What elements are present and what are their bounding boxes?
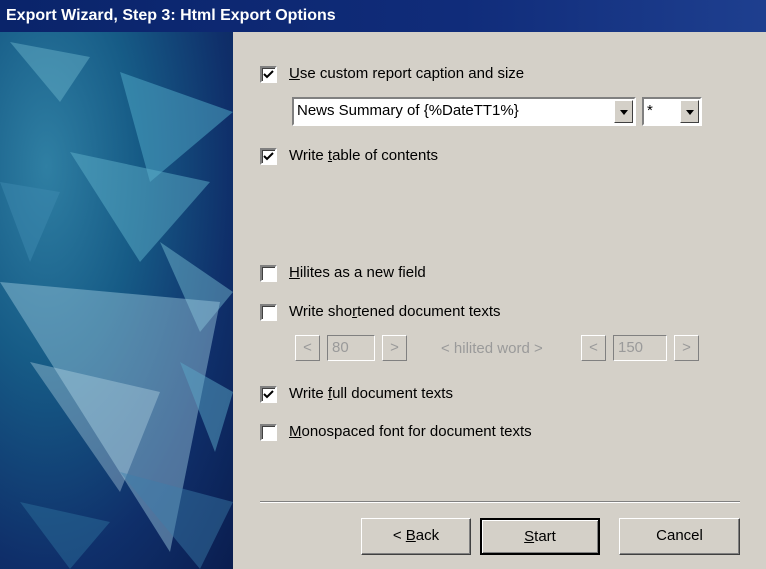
size-combobox[interactable]: *	[642, 97, 702, 126]
hilites-checkbox[interactable]	[260, 265, 277, 282]
chevron-down-icon	[620, 110, 628, 115]
shortened-label[interactable]: Write shortened document texts	[289, 303, 501, 320]
start-button[interactable]: Start	[480, 518, 600, 555]
full-texts-label[interactable]: Write full document texts	[289, 385, 453, 402]
toc-checkbox[interactable]	[260, 148, 277, 165]
right-increment-button[interactable]: >	[674, 335, 699, 361]
check-mark-icon	[263, 390, 274, 399]
check-mark-icon	[263, 70, 274, 79]
chevron-down-icon	[686, 110, 694, 115]
hilited-word-label: < hilited word >	[441, 340, 543, 357]
size-value: *	[647, 102, 653, 119]
toc-label[interactable]: Write table of contents	[289, 147, 438, 164]
caption-combobox[interactable]: News Summary of {%DateTT1%}	[292, 97, 636, 126]
monospaced-label[interactable]: Monospaced font for document texts	[289, 423, 532, 440]
monospaced-checkbox[interactable]	[260, 424, 277, 441]
cancel-button[interactable]: Cancel	[619, 518, 740, 555]
left-increment-button[interactable]: >	[382, 335, 407, 361]
button-separator	[260, 501, 740, 503]
left-decrement-button[interactable]: <	[295, 335, 320, 361]
full-texts-checkbox[interactable]	[260, 386, 277, 403]
title-bar: Export Wizard, Step 3: Html Export Optio…	[0, 0, 766, 32]
custom-caption-label[interactable]: Use custom report caption and size	[289, 65, 524, 82]
custom-caption-checkbox[interactable]	[260, 66, 277, 83]
right-word-count-field[interactable]: 150	[613, 335, 667, 361]
size-dropdown-button[interactable]	[680, 100, 699, 123]
back-button[interactable]: < Back	[361, 518, 471, 555]
check-mark-icon	[263, 152, 274, 161]
window-title: Export Wizard, Step 3: Html Export Optio…	[6, 7, 336, 24]
caption-dropdown-button[interactable]	[614, 100, 633, 123]
wizard-side-image	[0, 32, 233, 569]
hilites-label[interactable]: Hilites as a new field	[289, 264, 426, 281]
left-word-count-field[interactable]: 80	[327, 335, 375, 361]
shortened-checkbox[interactable]	[260, 304, 277, 321]
right-decrement-button[interactable]: <	[581, 335, 606, 361]
caption-value: News Summary of {%DateTT1%}	[297, 102, 519, 119]
